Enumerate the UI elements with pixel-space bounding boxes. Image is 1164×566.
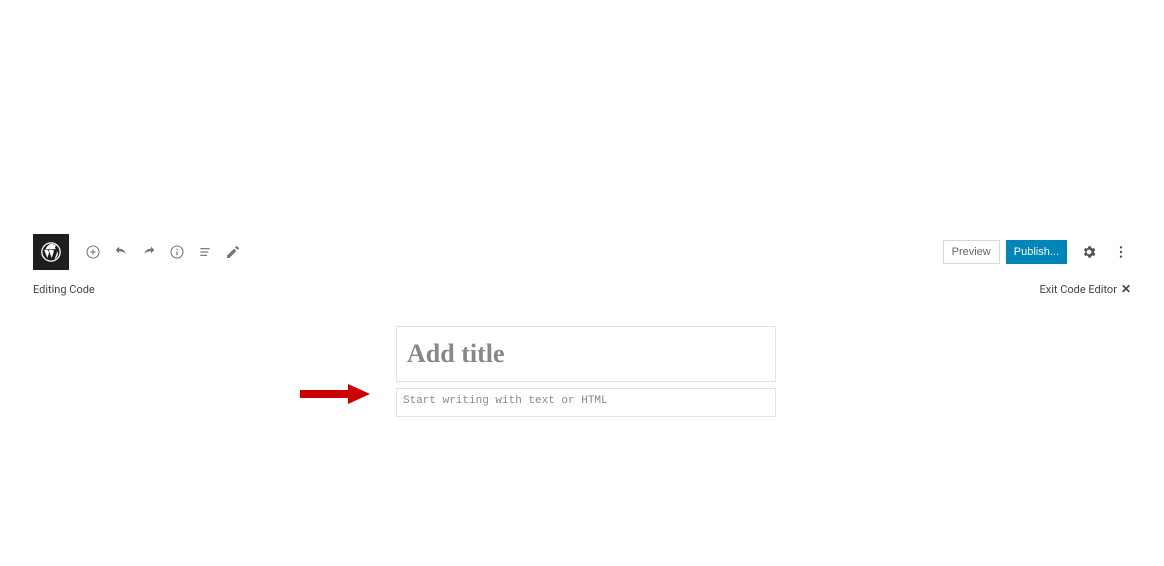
wordpress-icon: [40, 241, 62, 263]
info-icon: [169, 244, 185, 260]
editing-mode-label: Editing Code: [33, 283, 95, 296]
settings-button[interactable]: [1079, 242, 1099, 262]
post-title-input[interactable]: [407, 339, 765, 369]
add-block-button[interactable]: [85, 244, 101, 260]
post-body-textarea[interactable]: [403, 394, 769, 408]
annotation-arrow: [300, 384, 370, 404]
outline-button[interactable]: [197, 244, 213, 260]
info-button[interactable]: [169, 244, 185, 260]
exit-code-editor-label: Exit Code Editor: [1040, 283, 1117, 296]
redo-icon: [141, 244, 157, 260]
plus-circle-icon: [85, 244, 101, 260]
pencil-icon: [225, 244, 241, 260]
preview-button[interactable]: Preview: [943, 240, 1000, 264]
publish-button[interactable]: Publish...: [1006, 240, 1067, 264]
list-icon: [197, 244, 213, 260]
body-field-wrapper: [396, 388, 776, 417]
edit-button[interactable]: [225, 244, 241, 260]
more-button[interactable]: [1111, 242, 1131, 262]
redo-button[interactable]: [141, 244, 157, 260]
wordpress-logo[interactable]: [33, 234, 69, 270]
close-icon: ✕: [1121, 282, 1131, 296]
undo-icon: [113, 244, 129, 260]
exit-code-editor-button[interactable]: Exit Code Editor ✕: [1040, 282, 1132, 296]
kebab-icon: [1113, 244, 1129, 260]
undo-button[interactable]: [113, 244, 129, 260]
gear-icon: [1081, 244, 1097, 260]
title-field-wrapper: [396, 326, 776, 382]
arrow-right-icon: [300, 384, 370, 404]
